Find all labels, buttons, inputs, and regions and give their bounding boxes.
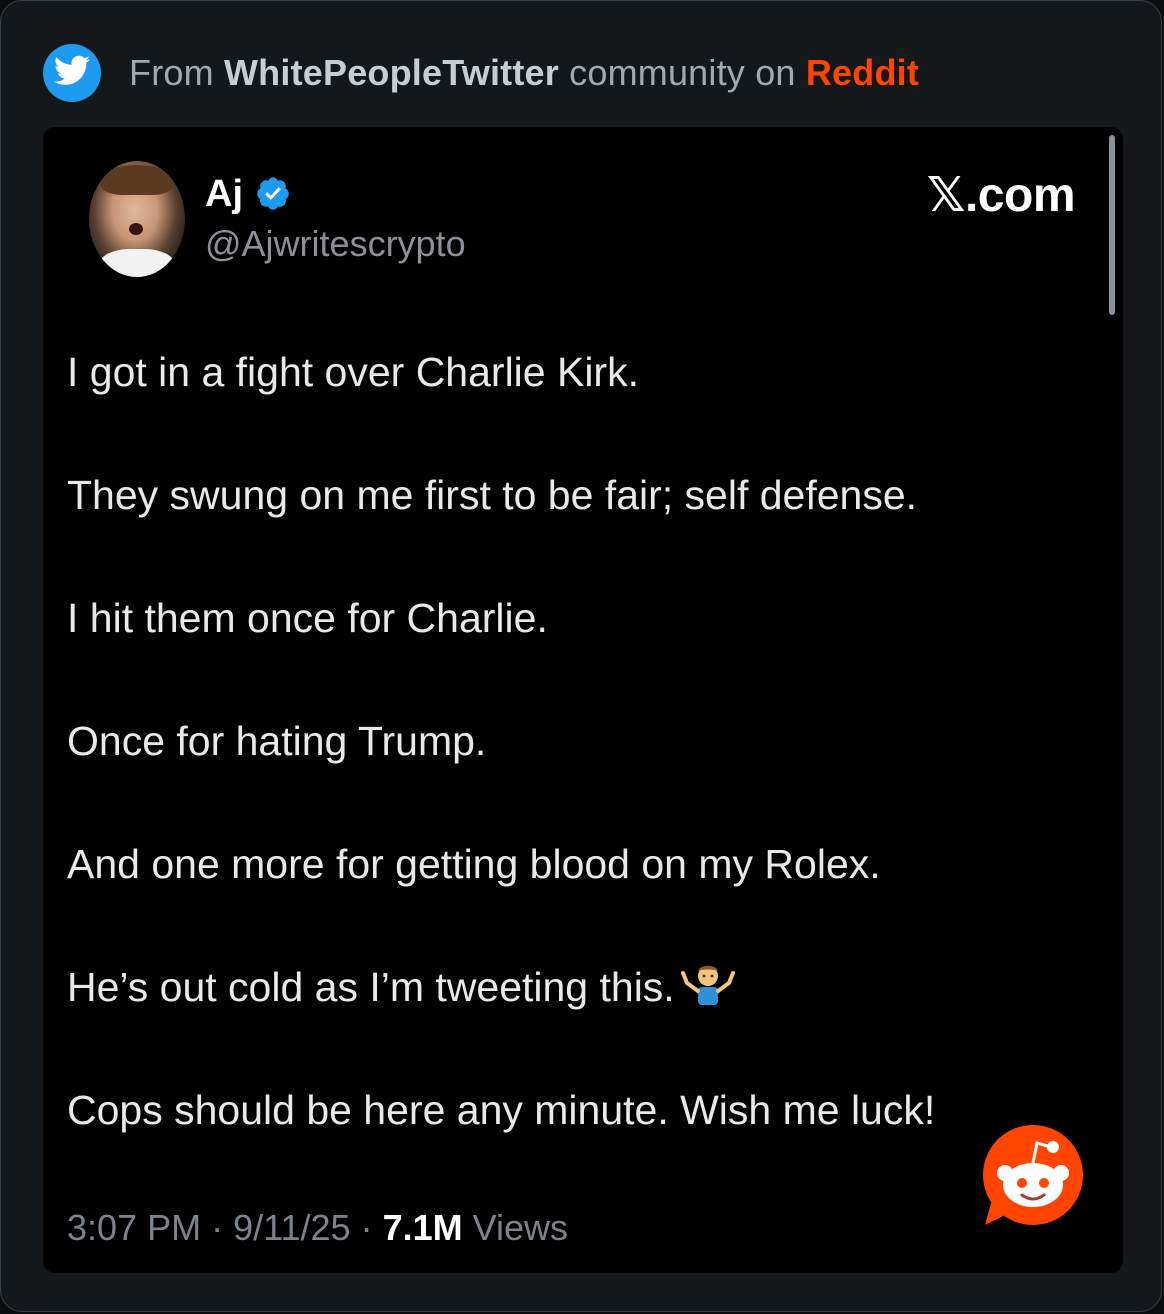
tweet-line: And one more for getting blood on my Rol… [67, 841, 881, 887]
views-label: Views [472, 1207, 569, 1248]
tweet-line: Cops should be here any minute. Wish me … [67, 1087, 936, 1133]
tweet-line: They swung on me first to be fair; self … [67, 472, 918, 518]
community-link[interactable]: WhitePeopleTwitter [224, 52, 559, 93]
tweet-line: I hit them once for Charlie. [67, 595, 548, 641]
tweet-time[interactable]: 3:07 PM [67, 1207, 201, 1248]
avatar[interactable] [89, 161, 185, 277]
tweet-line-with-emoji: He’s out cold as I’m tweeting this. [67, 962, 1067, 1012]
tweet-body: I got in a fight over Charlie Kirk. They… [67, 347, 1067, 1208]
twitter-bird-icon[interactable] [43, 44, 101, 102]
reddit-link[interactable]: Reddit [806, 52, 919, 93]
author-handle[interactable]: @Ajwritescrypto [205, 223, 466, 265]
verified-badge-icon [257, 177, 289, 210]
reddit-snoo-icon[interactable] [981, 1125, 1085, 1229]
tweet-line: I got in a fight over Charlie Kirk. [67, 349, 639, 395]
meta-separator: · [211, 1207, 224, 1248]
tweet-line: Once for hating Trump. [67, 718, 487, 764]
tweet-meta: 3:07 PM · 9/11/25 · 7.1M Views [67, 1207, 568, 1249]
views-count: 7.1M [382, 1207, 463, 1248]
tweet-date[interactable]: 9/11/25 [233, 1207, 350, 1248]
source-text: From WhitePeopleTwitter community on Red… [129, 52, 919, 94]
meta-separator: · [360, 1207, 373, 1248]
tweet-line-text: He’s out cold as I’m tweeting this. [67, 964, 675, 1010]
platform-label[interactable]: 𝕏.com [927, 167, 1076, 223]
tweet-card: Aj @Ajwritescrypto 𝕏.com I got in a figh… [43, 127, 1123, 1273]
source-middle: community on [569, 52, 796, 93]
source-header: From WhitePeopleTwitter community on Red… [43, 43, 919, 103]
scrollbar[interactable] [1109, 135, 1115, 315]
post-frame: From WhitePeopleTwitter community on Red… [0, 0, 1162, 1312]
author-name[interactable]: Aj [205, 173, 243, 216]
source-prefix: From [129, 52, 214, 93]
shrug-emoji-icon [680, 965, 735, 1005]
